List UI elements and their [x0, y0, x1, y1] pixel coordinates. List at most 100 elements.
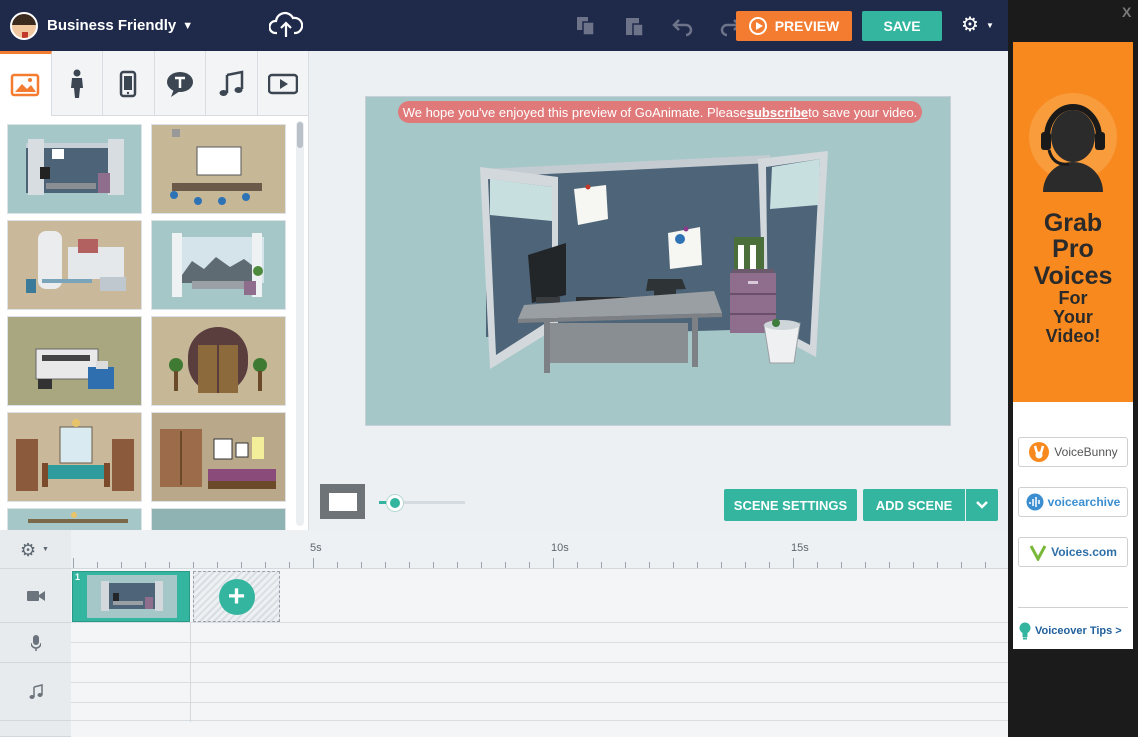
background-thumb[interactable]	[151, 124, 286, 214]
close-ad-button[interactable]: X	[1122, 4, 1131, 20]
tab-sound[interactable]	[206, 51, 258, 116]
lightbulb-icon	[1019, 622, 1031, 640]
background-thumb[interactable]	[151, 220, 286, 310]
tab-backgrounds[interactable]	[0, 51, 52, 116]
add-scene-dropdown[interactable]	[966, 489, 998, 521]
scene-number: 1	[75, 572, 81, 582]
music-note-icon	[219, 69, 244, 96]
plus-icon: +	[218, 578, 255, 615]
timeline-settings: ⚙ ▼	[0, 530, 71, 569]
subscribe-link[interactable]: subscribe	[747, 105, 808, 120]
voices-com-logo[interactable]: Voices.com	[1018, 537, 1128, 567]
theme-header: Business Friendly ▼	[0, 0, 309, 51]
paste-icon[interactable]	[622, 14, 646, 38]
voicebunny-logo[interactable]: VoiceBunny	[1018, 437, 1128, 467]
image-icon	[11, 73, 40, 97]
preview-button[interactable]: PREVIEW	[736, 11, 852, 41]
soundwave-logo-icon	[1026, 493, 1044, 511]
tab-characters[interactable]	[52, 51, 103, 116]
music-track-3[interactable]	[71, 703, 1008, 721]
background-thumb[interactable]	[151, 508, 286, 530]
add-scene-button[interactable]: ADD SCENE	[863, 489, 965, 521]
preview-label: PREVIEW	[774, 18, 840, 34]
voicearchive-logo[interactable]: voicearchive	[1018, 487, 1128, 517]
chevron-down-icon	[976, 501, 988, 509]
banner-text-prefix: We hope you've enjoyed this preview of G…	[402, 104, 747, 120]
gear-icon[interactable]: ⚙	[20, 540, 36, 561]
stage-area: We hope you've enjoyed this preview of G…	[309, 51, 1008, 530]
ad-headline-line: Voices	[1033, 261, 1113, 290]
play-icon	[748, 17, 767, 35]
cloud-upload-icon[interactable]	[269, 11, 303, 39]
ad-headline: Grab Pro Voices For Your Video!	[1013, 210, 1133, 345]
gear-icon[interactable]: ⚙	[961, 15, 979, 35]
scene-thumbnail-toggle[interactable]	[320, 484, 365, 519]
undo-icon[interactable]	[671, 14, 695, 38]
vendor-name: voicearchive	[1047, 495, 1121, 509]
tick-label: 15s	[791, 542, 809, 554]
background-thumb[interactable]	[7, 124, 142, 214]
background-grid	[0, 116, 294, 530]
voiceover-tips-link[interactable]: Voiceover Tips >	[1019, 622, 1122, 640]
vendor-name: Voices.com	[1051, 545, 1117, 559]
theme-name[interactable]: Business Friendly	[47, 17, 176, 34]
tick-label: 10s	[551, 542, 569, 554]
zoom-slider-handle[interactable]	[387, 495, 403, 511]
bunny-logo-icon	[1029, 442, 1050, 462]
tab-video[interactable]	[258, 51, 309, 116]
library-scrollbar-thumb[interactable]	[297, 122, 303, 148]
video-play-icon	[267, 73, 298, 94]
chevron-down-icon[interactable]: ▼	[986, 21, 994, 30]
tick-label: 5s	[310, 542, 322, 554]
voices-logo-icon	[1029, 545, 1047, 561]
timeline-ruler[interactable]: 5s 10s 15s	[71, 530, 1008, 569]
scene-settings-button[interactable]: SCENE SETTINGS	[724, 489, 857, 521]
timeline: ⚙ ▼ 5s 10s 15s 1 +	[0, 530, 1008, 737]
office-cubicle-scene	[480, 151, 828, 373]
background-thumb[interactable]	[151, 316, 286, 406]
microphone-icon	[30, 634, 41, 651]
ad-banner[interactable]: Grab Pro Voices For Your Video!	[1013, 42, 1133, 402]
ad-headline-line: Pro	[1052, 235, 1094, 264]
tab-props[interactable]	[103, 51, 155, 116]
music-track-label	[0, 663, 71, 721]
background-thumb[interactable]	[7, 220, 142, 310]
background-thumb[interactable]	[7, 508, 142, 530]
ad-headline-line: Grab	[1043, 209, 1103, 237]
background-thumb[interactable]	[7, 316, 142, 406]
music-note-icon	[29, 683, 43, 699]
voiceover-ad[interactable]: Grab Pro Voices For Your Video! VoiceBun…	[1013, 42, 1133, 649]
add-scene-slot[interactable]: +	[193, 571, 280, 622]
person-icon	[70, 69, 83, 98]
chevron-down-icon[interactable]: ▼	[182, 20, 193, 32]
save-button[interactable]: SAVE	[862, 11, 942, 41]
asset-library	[0, 51, 309, 530]
background-thumb[interactable]	[7, 412, 142, 502]
ad-headline-line: Video!	[1045, 325, 1101, 346]
scene-clip-thumbnail	[87, 575, 177, 618]
speech-bubble-icon	[166, 71, 193, 97]
voiceover-tips-label: Voiceover Tips >	[1035, 625, 1122, 637]
avatar[interactable]	[10, 11, 38, 40]
vendor-name: VoiceBunny	[1054, 445, 1118, 459]
library-tabs	[0, 51, 309, 116]
library-scrollbar[interactable]	[296, 121, 304, 526]
music-track[interactable]	[71, 663, 1008, 683]
ad-headline-line: Your	[1053, 306, 1093, 327]
music-track-2[interactable]	[71, 683, 1008, 703]
scene-clip[interactable]: 1	[72, 571, 190, 622]
subscribe-banner: We hope you've enjoyed this preview of G…	[398, 101, 922, 123]
track-label-spacer	[0, 721, 71, 737]
video-camera-icon	[26, 590, 45, 601]
voice-track-2[interactable]	[71, 643, 1008, 663]
video-track-label	[0, 569, 71, 623]
phone-icon	[120, 70, 137, 97]
toolbar: PREVIEW SAVE ⚙ ▼	[309, 0, 1008, 51]
scene-canvas[interactable]: We hope you've enjoyed this preview of G…	[365, 96, 951, 426]
copy-icon[interactable]	[574, 14, 598, 38]
tab-text[interactable]	[155, 51, 206, 116]
app-root: Business Friendly ▼ PREVIEW SAVE ⚙ ▼ We …	[0, 0, 1138, 737]
chevron-down-icon[interactable]: ▼	[42, 546, 49, 553]
background-thumb[interactable]	[151, 412, 286, 502]
voice-track[interactable]	[71, 623, 1008, 643]
